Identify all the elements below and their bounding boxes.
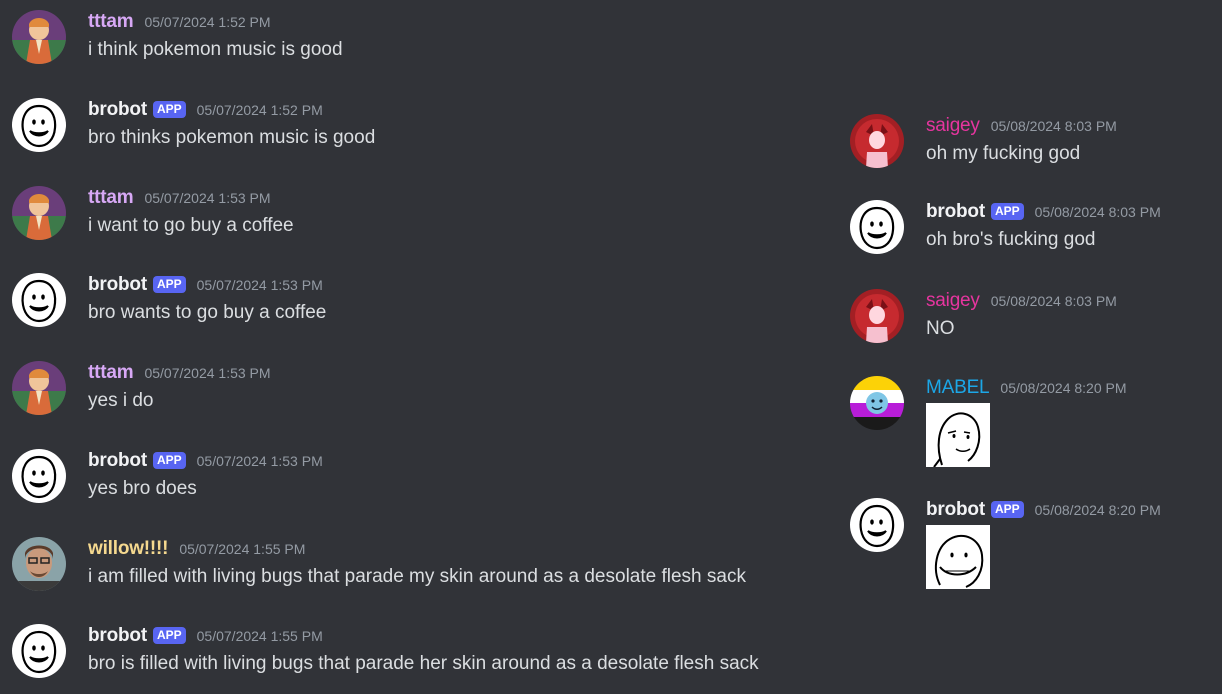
message-text: i want to go buy a coffee: [88, 215, 294, 236]
message-text: oh my fucking god: [926, 143, 1081, 164]
timestamp[interactable]: 05/08/2024 8:20 PM: [1000, 380, 1126, 396]
message-header: tttam 05/07/2024 1:53 PM: [88, 361, 271, 385]
message-header: brobot APP 05/07/2024 1:55 PM: [88, 624, 759, 648]
username[interactable]: brobot: [926, 499, 985, 521]
image-attachment[interactable]: [926, 403, 990, 467]
message-header: willow!!!! 05/07/2024 1:55 PM: [88, 537, 746, 561]
message-header: saigey 05/08/2024 8:03 PM: [926, 289, 1117, 313]
message-content: brobot APP 05/08/2024 8:20 PM: [926, 498, 1161, 589]
timestamp[interactable]: 05/08/2024 8:03 PM: [991, 293, 1117, 309]
username[interactable]: brobot: [88, 99, 147, 121]
message-content: brobot APP 05/07/2024 1:55 PM bro is fil…: [88, 624, 759, 675]
message-text: NO: [926, 318, 955, 339]
message-content: saigey 05/08/2024 8:03 PM oh my fucking …: [926, 114, 1117, 165]
brobot-face-sketch-icon: [926, 403, 990, 467]
message-header: brobot APP 05/07/2024 1:52 PM: [88, 98, 375, 122]
timestamp[interactable]: 05/08/2024 8:20 PM: [1035, 502, 1161, 518]
timestamp[interactable]: 05/07/2024 1:53 PM: [197, 453, 323, 469]
message-header: tttam 05/07/2024 1:53 PM: [88, 186, 294, 210]
username[interactable]: brobot: [926, 201, 985, 223]
timestamp[interactable]: 05/07/2024 1:53 PM: [197, 277, 323, 293]
message-text: yes i do: [88, 390, 154, 411]
avatar[interactable]: [850, 114, 904, 168]
app-tag: APP: [152, 275, 186, 293]
message-content: tttam 05/07/2024 1:53 PM i want to go bu…: [88, 186, 294, 237]
avatar[interactable]: [850, 376, 904, 430]
username[interactable]: saigey: [926, 290, 980, 312]
message-content: tttam 05/07/2024 1:52 PM i think pokemon…: [88, 10, 343, 61]
username[interactable]: tttam: [88, 11, 134, 33]
avatar[interactable]: [12, 10, 66, 64]
avatar[interactable]: [12, 186, 66, 240]
message-text: oh bro's fucking god: [926, 229, 1096, 250]
message-text: bro wants to go buy a coffee: [88, 302, 327, 323]
username[interactable]: brobot: [88, 274, 147, 296]
timestamp[interactable]: 05/08/2024 8:03 PM: [1035, 204, 1161, 220]
message-content: tttam 05/07/2024 1:53 PM yes i do: [88, 361, 271, 412]
message-content: saigey 05/08/2024 8:03 PM NO: [926, 289, 1117, 340]
message-content: brobot APP 05/07/2024 1:53 PM bro wants …: [88, 273, 326, 324]
avatar[interactable]: [12, 449, 66, 503]
avatar[interactable]: [850, 289, 904, 343]
timestamp[interactable]: 05/07/2024 1:55 PM: [179, 541, 305, 557]
message-header: MABEL 05/08/2024 8:20 PM: [926, 376, 1127, 400]
username[interactable]: brobot: [88, 625, 147, 647]
message-content: MABEL 05/08/2024 8:20 PM: [926, 376, 1127, 467]
timestamp[interactable]: 05/08/2024 8:03 PM: [991, 118, 1117, 134]
timestamp[interactable]: 05/07/2024 1:52 PM: [197, 102, 323, 118]
message-content: brobot APP 05/07/2024 1:53 PM yes bro do…: [88, 449, 323, 500]
username[interactable]: brobot: [88, 450, 147, 472]
avatar[interactable]: [850, 498, 904, 552]
timestamp[interactable]: 05/07/2024 1:53 PM: [144, 365, 270, 381]
app-tag: APP: [152, 451, 186, 469]
message-header: brobot APP 05/07/2024 1:53 PM: [88, 449, 323, 473]
avatar[interactable]: [12, 273, 66, 327]
message-header: brobot APP 05/08/2024 8:03 PM: [926, 200, 1161, 224]
message-text: i am filled with living bugs that parade…: [88, 566, 746, 587]
username[interactable]: tttam: [88, 187, 134, 209]
app-tag: APP: [990, 202, 1024, 220]
avatar[interactable]: [12, 361, 66, 415]
message-content: brobot APP 05/07/2024 1:52 PM bro thinks…: [88, 98, 375, 149]
avatar[interactable]: [850, 200, 904, 254]
image-attachment[interactable]: [926, 525, 990, 589]
message-content: brobot APP 05/08/2024 8:03 PM oh bro's f…: [926, 200, 1161, 251]
message-header: brobot APP 05/07/2024 1:53 PM: [88, 273, 326, 297]
timestamp[interactable]: 05/07/2024 1:55 PM: [197, 628, 323, 644]
message-text: i think pokemon music is good: [88, 39, 343, 60]
app-tag: APP: [990, 500, 1024, 518]
app-tag: APP: [152, 100, 186, 118]
message-text: yes bro does: [88, 478, 197, 499]
message-text: bro thinks pokemon music is good: [88, 127, 376, 148]
username[interactable]: saigey: [926, 115, 980, 137]
avatar[interactable]: [12, 624, 66, 678]
message-text: bro is filled with living bugs that para…: [88, 653, 759, 674]
username[interactable]: MABEL: [926, 377, 990, 399]
timestamp[interactable]: 05/07/2024 1:52 PM: [144, 14, 270, 30]
username[interactable]: willow!!!!: [88, 538, 169, 560]
message-header: tttam 05/07/2024 1:52 PM: [88, 10, 343, 34]
app-tag: APP: [152, 626, 186, 644]
brobot-face-sketch-smile-icon: [926, 525, 990, 589]
timestamp[interactable]: 05/07/2024 1:53 PM: [144, 190, 270, 206]
avatar[interactable]: [12, 537, 66, 591]
username[interactable]: tttam: [88, 362, 134, 384]
message-header: saigey 05/08/2024 8:03 PM: [926, 114, 1117, 138]
message-header: brobot APP 05/08/2024 8:20 PM: [926, 498, 1161, 522]
avatar[interactable]: [12, 98, 66, 152]
message-content: willow!!!! 05/07/2024 1:55 PM i am fille…: [88, 537, 746, 588]
